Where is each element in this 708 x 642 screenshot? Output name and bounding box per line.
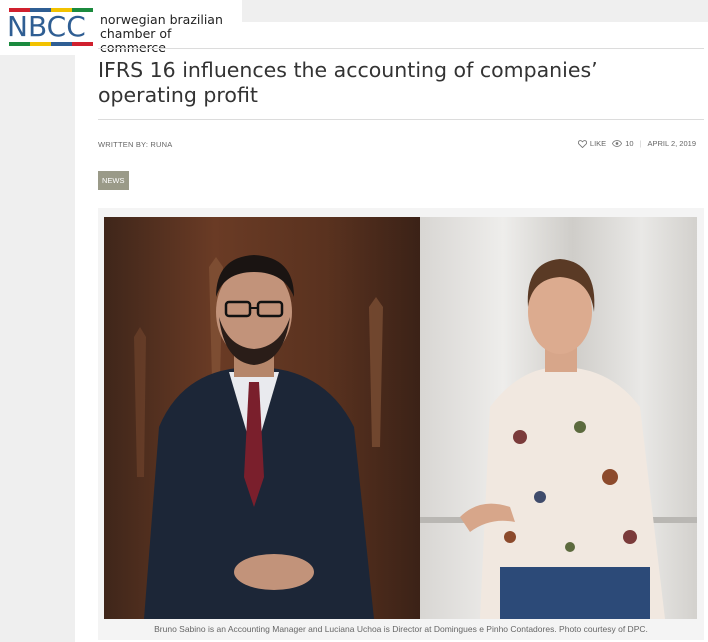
article-date: APRIL 2, 2019: [647, 139, 696, 148]
article-photo: [104, 217, 697, 619]
article-title: IFRS 16 influences the accounting of com…: [98, 58, 598, 107]
like-button[interactable]: LIKE: [577, 139, 607, 148]
title-divider: [98, 119, 704, 120]
like-label: LIKE: [589, 139, 607, 148]
top-divider: [98, 48, 704, 49]
portrait-man: [134, 255, 383, 619]
page: NBCC norwegian brazilian chamber of comm…: [0, 0, 708, 642]
article-author: WRITTEN BY: RUNA: [98, 140, 173, 149]
views-count: 10: [612, 139, 634, 148]
meta-separator: |: [639, 139, 642, 148]
site-logo[interactable]: NBCC norwegian brazilian chamber of comm…: [0, 0, 242, 55]
article-figure: Bruno Sabino is an Accounting Manager an…: [98, 208, 704, 640]
logo-line-1: norwegian brazilian: [100, 12, 223, 27]
eye-icon: [612, 140, 623, 147]
logo-bottom-stripe: [9, 42, 93, 46]
photo-caption: Bruno Sabino is an Accounting Manager an…: [154, 624, 648, 634]
photo-left-portrait: [104, 217, 420, 619]
photo-right-portrait: [420, 217, 697, 619]
article-meta: LIKE 10 | APRIL 2, 2019: [577, 139, 696, 148]
portrait-woman: [420, 259, 697, 619]
logo-line-2: chamber of commerce: [100, 26, 172, 55]
category-tag[interactable]: NEWS: [98, 171, 129, 190]
logo-mark: NBCC: [7, 10, 86, 43]
heart-icon: [577, 139, 587, 148]
views-value: 10: [625, 139, 634, 148]
